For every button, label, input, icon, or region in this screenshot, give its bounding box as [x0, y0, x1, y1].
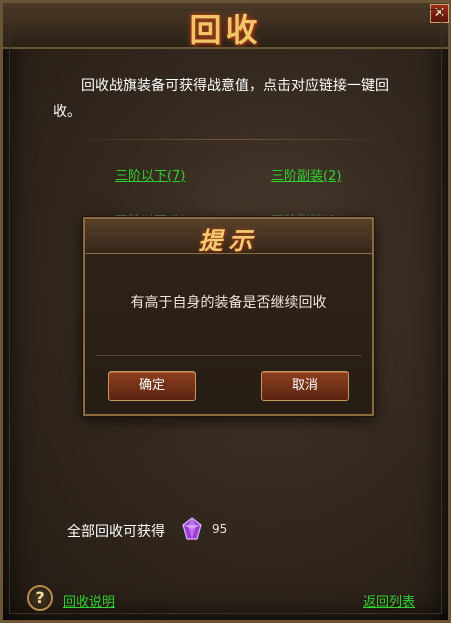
divider [63, 139, 395, 140]
cancel-button[interactable]: 取消 [261, 371, 349, 401]
recycle-panel: 回收 ✕ 回收战旗装备可获得战意值，点击对应链接一键回收。 三阶以下(7) 三阶… [0, 0, 451, 623]
title-bar: 回收 [3, 3, 448, 49]
close-icon: ✕ [433, 5, 446, 21]
total-gain-value: 95 [212, 522, 228, 536]
link-tier3-below[interactable]: 三阶以下(7) [115, 165, 185, 184]
link-tier3-secondary[interactable]: 三阶副装(2) [271, 165, 341, 184]
confirm-dialog: 提示 有高于自身的装备是否继续回收 确定 取消 [83, 217, 374, 416]
help-link[interactable]: 回收说明 [63, 591, 115, 610]
intro-text: 回收战旗装备可获得战意值，点击对应链接一键回收。 [53, 78, 389, 120]
window-title: 回收 [189, 11, 262, 49]
back-to-list-link[interactable]: 返回列表 [363, 591, 415, 610]
dialog-header: 提示 [85, 219, 372, 255]
gem-icon [182, 517, 202, 540]
close-button[interactable]: ✕ [430, 4, 449, 23]
total-gain-label: 全部回收可获得 [67, 524, 165, 540]
dialog-title: 提示 [198, 226, 259, 255]
dialog-divider [95, 355, 362, 356]
question-icon[interactable]: ? [27, 585, 53, 611]
confirm-button[interactable]: 确定 [108, 371, 196, 401]
dialog-message: 有高于自身的装备是否继续回收 [130, 295, 327, 311]
